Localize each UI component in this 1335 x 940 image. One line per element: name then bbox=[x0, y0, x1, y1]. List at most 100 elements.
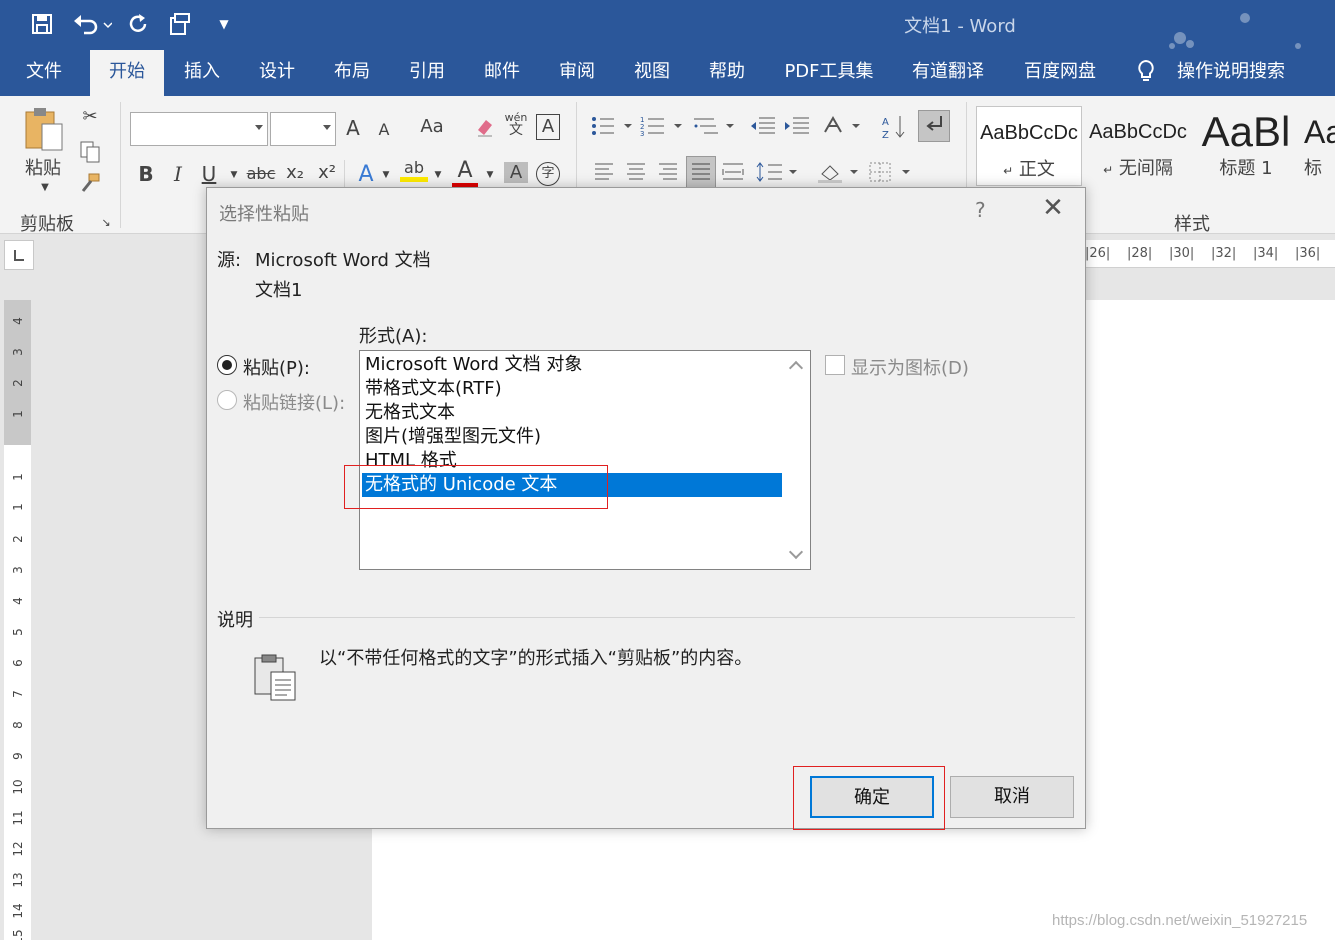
underline-dropdown-icon[interactable]: ▼ bbox=[228, 170, 240, 180]
show-marks-icon[interactable] bbox=[918, 110, 950, 142]
style-heading-1[interactable]: AaBl 标题 1 bbox=[1198, 106, 1294, 186]
clipboard-launcher-icon[interactable]: ↘ bbox=[100, 216, 112, 229]
style-normal[interactable]: AaBbCcDc ↵ 正文 bbox=[976, 106, 1082, 186]
font-color-dropdown-icon[interactable]: ▼ bbox=[484, 170, 496, 180]
char-border-icon[interactable]: A bbox=[536, 114, 560, 140]
format-listbox[interactable]: Microsoft Word 文档 对象 带格式文本(RTF) 无格式文本 图片… bbox=[359, 350, 811, 570]
vertical-ruler[interactable]: 4 3 2 1 1 1 2 3 4 5 6 7 8 9 10 11 12 13 … bbox=[4, 300, 31, 940]
group-separator bbox=[344, 160, 345, 190]
customize-icon[interactable]: ▼ bbox=[214, 10, 234, 38]
listbox-scrollbar[interactable] bbox=[784, 351, 810, 569]
tab-baidu-netdisk[interactable]: 百度网盘 bbox=[1014, 50, 1106, 96]
tab-insert[interactable]: 插入 bbox=[172, 50, 232, 96]
phonetic-guide-icon[interactable]: wén 文 bbox=[504, 112, 528, 138]
highlight-icon[interactable]: ab bbox=[400, 158, 428, 182]
decrease-indent-icon[interactable] bbox=[748, 114, 778, 143]
enclose-char-icon[interactable]: 字 bbox=[536, 162, 560, 186]
style-name: 无间隔 bbox=[1118, 158, 1173, 179]
svg-text:A: A bbox=[882, 117, 889, 128]
style-sample: AaBbCcDc bbox=[1089, 121, 1187, 143]
paste-special-dialog: 选择性粘贴 ? ✕ 源: Microsoft Word 文档 文档1 形式(A)… bbox=[206, 187, 1086, 829]
text-effects-dropdown-icon[interactable]: ▼ bbox=[380, 170, 392, 180]
scroll-up-icon[interactable] bbox=[788, 360, 804, 376]
tell-me-search[interactable]: 操作说明搜索 bbox=[1170, 50, 1292, 96]
paste-link-radio[interactable] bbox=[217, 390, 237, 410]
italic-icon[interactable]: I bbox=[168, 162, 188, 186]
display-as-icon-checkbox[interactable] bbox=[825, 355, 845, 375]
justify-icon[interactable] bbox=[686, 156, 716, 188]
horizontal-ruler[interactable]: |26| |28| |30| |32| |34| |36| bbox=[1085, 240, 1335, 268]
list-item[interactable]: Microsoft Word 文档 对象 bbox=[362, 353, 782, 377]
borders-icon[interactable] bbox=[868, 160, 914, 189]
redo-icon[interactable] bbox=[124, 10, 152, 38]
clear-format-icon[interactable] bbox=[474, 116, 496, 143]
strikethrough-icon[interactable]: abc bbox=[246, 164, 276, 183]
font-color-icon[interactable]: A bbox=[452, 158, 478, 188]
close-icon[interactable]: ✕ bbox=[1039, 194, 1067, 224]
tab-help[interactable]: 帮助 bbox=[697, 50, 757, 96]
tab-home[interactable]: 开始 bbox=[90, 50, 164, 96]
paste-dropdown-icon[interactable]: ▼ bbox=[38, 182, 52, 193]
help-icon[interactable]: ? bbox=[975, 198, 986, 222]
font-name-combo[interactable] bbox=[130, 112, 268, 146]
style-heading-2[interactable]: Aa 标 bbox=[1304, 106, 1335, 186]
text-effects-icon[interactable]: A bbox=[354, 162, 378, 187]
chinese-layout-icon[interactable] bbox=[822, 114, 864, 143]
distributed-icon[interactable] bbox=[720, 160, 746, 189]
font-size-combo[interactable] bbox=[270, 112, 336, 146]
ruler-number: 9 bbox=[11, 752, 25, 760]
char-shading-icon[interactable]: A bbox=[504, 162, 528, 183]
increase-indent-icon[interactable] bbox=[782, 114, 812, 143]
numbering-icon[interactable]: 123 bbox=[640, 114, 686, 143]
style-no-spacing[interactable]: AaBbCcDc ↵ 无间隔 bbox=[1088, 106, 1188, 186]
scroll-down-icon[interactable] bbox=[788, 544, 804, 560]
format-painter-icon[interactable] bbox=[166, 10, 194, 38]
cancel-button[interactable]: 取消 bbox=[950, 776, 1074, 818]
ruler-tick: |34| bbox=[1253, 246, 1279, 261]
paste-link-radio-label[interactable]: 粘贴链接(L): bbox=[243, 389, 345, 415]
tab-view[interactable]: 视图 bbox=[622, 50, 682, 96]
ruler-number: 3 bbox=[11, 566, 25, 574]
tab-layout[interactable]: 布局 bbox=[322, 50, 382, 96]
save-icon[interactable] bbox=[28, 10, 56, 38]
paste-radio-label[interactable]: 粘贴(P): bbox=[243, 354, 310, 380]
multilevel-list-icon[interactable] bbox=[692, 114, 738, 143]
tab-selector[interactable] bbox=[4, 240, 34, 270]
align-right-icon[interactable] bbox=[656, 160, 680, 189]
tab-pdf-tools[interactable]: PDF工具集 bbox=[776, 50, 882, 96]
change-case-icon[interactable]: Aa bbox=[412, 116, 452, 137]
underline-icon[interactable]: U bbox=[198, 162, 220, 186]
cut-icon[interactable]: ✂ bbox=[78, 106, 102, 127]
superscript-icon[interactable]: x² bbox=[314, 162, 340, 183]
display-as-icon-label[interactable]: 显示为图标(D) bbox=[851, 354, 969, 380]
align-center-icon[interactable] bbox=[624, 160, 648, 189]
shrink-font-icon[interactable]: A bbox=[374, 120, 394, 139]
paste-button-label[interactable]: 粘贴 bbox=[20, 154, 66, 180]
lightbulb-icon[interactable] bbox=[1136, 50, 1156, 96]
paste-icon[interactable] bbox=[22, 106, 66, 154]
title-bar: ▼ 文档1 - Word bbox=[0, 0, 1335, 50]
list-item[interactable]: 带格式文本(RTF) bbox=[362, 377, 782, 401]
phonetic-guide-bottom: 文 bbox=[509, 122, 523, 138]
list-item[interactable]: 图片(增强型图元文件) bbox=[362, 425, 782, 449]
tab-file[interactable]: 文件 bbox=[14, 50, 74, 96]
tab-review[interactable]: 审阅 bbox=[547, 50, 607, 96]
shading-icon[interactable] bbox=[816, 160, 862, 189]
tab-youdao[interactable]: 有道翻译 bbox=[902, 50, 994, 96]
bold-icon[interactable]: B bbox=[136, 162, 156, 186]
list-item[interactable]: 无格式文本 bbox=[362, 401, 782, 425]
copy-icon[interactable] bbox=[78, 140, 102, 169]
tab-mailings[interactable]: 邮件 bbox=[472, 50, 532, 96]
subscript-icon[interactable]: x₂ bbox=[282, 162, 308, 183]
highlight-dropdown-icon[interactable]: ▼ bbox=[432, 170, 444, 180]
align-left-icon[interactable] bbox=[592, 160, 616, 189]
format-painter-brush-icon[interactable] bbox=[78, 172, 102, 199]
paste-radio[interactable] bbox=[217, 355, 237, 375]
tab-design[interactable]: 设计 bbox=[247, 50, 307, 96]
sort-icon[interactable]: AZ bbox=[880, 114, 908, 145]
grow-font-icon[interactable]: A bbox=[342, 116, 364, 140]
bullets-icon[interactable] bbox=[590, 114, 634, 143]
tab-references[interactable]: 引用 bbox=[397, 50, 457, 96]
line-spacing-icon[interactable] bbox=[756, 160, 800, 189]
undo-icon[interactable] bbox=[70, 10, 114, 38]
